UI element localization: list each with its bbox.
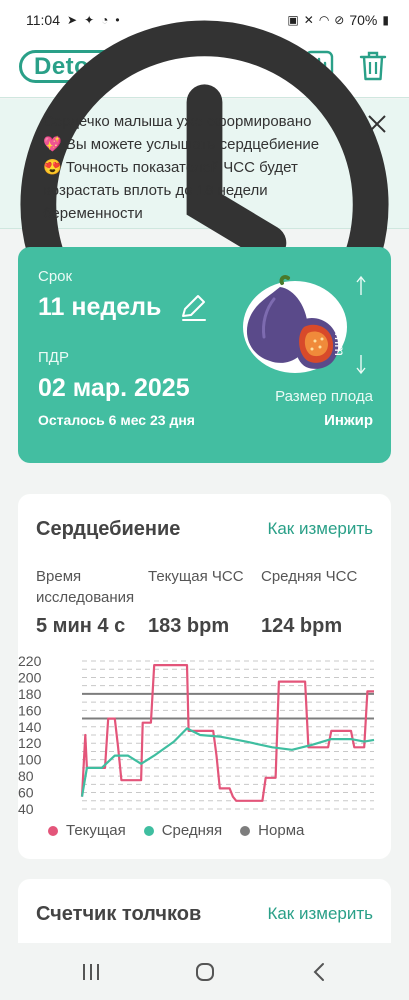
back-button[interactable]: [308, 961, 332, 983]
chart-legend: Текущая Средняя Норма: [48, 822, 322, 839]
pdr-value: 02 мар. 2025: [38, 374, 190, 402]
fruit-size-label: Размер плода: [275, 388, 373, 405]
size-arrow-icon: [356, 275, 366, 375]
duration-value: 5 мин 4 с: [36, 615, 126, 637]
duration-label: Время исследования: [36, 568, 135, 606]
banner-line: 😍 Точность показателей ЧСС будет: [43, 159, 298, 176]
y-tick-label: 220: [18, 653, 42, 669]
fruit-name: Инжир: [324, 412, 373, 429]
pdr-label: ПДР: [38, 349, 69, 366]
home-button[interactable]: [193, 961, 217, 983]
heartbeat-how-link[interactable]: Как измерить: [267, 519, 373, 539]
y-tick-label: 60: [18, 785, 34, 801]
heartbeat-title: Сердцебиение: [36, 518, 181, 540]
y-tick-label: 80: [18, 768, 34, 784]
kicks-how-link[interactable]: Как измерить: [267, 904, 373, 924]
legend-item-norm: Норма: [240, 822, 304, 839]
term-value: 11 недель: [38, 293, 162, 321]
edit-term-button[interactable]: [178, 293, 208, 323]
legend-item-average: Средняя: [143, 822, 223, 839]
series-line-average: [80, 727, 375, 797]
y-tick-label: 40: [18, 801, 34, 817]
recent-apps-button[interactable]: [79, 961, 103, 983]
pencil-icon: [182, 295, 205, 317]
legend-dot-average: [143, 825, 154, 836]
avg-hr-value: 124 bpm: [261, 615, 343, 637]
heart-rate-chart: 220200180160140120100806040: [18, 653, 375, 817]
banner-line: 💖 Вы можете услышать сердцебиение: [43, 136, 320, 153]
y-tick-label: 200: [18, 669, 42, 685]
current-hr-value: 183 bpm: [148, 615, 230, 637]
current-hr-label: Текущая ЧСС: [148, 568, 244, 585]
legend-item-current: Текущая: [48, 822, 126, 839]
legend-label: Средняя: [161, 822, 223, 839]
legend-label: Норма: [258, 822, 305, 839]
banner-message: Сердечко малыша уже сформировано 💖 Вы мо…: [43, 110, 363, 225]
banner-line: Сердечко малыша уже сформировано: [43, 113, 312, 130]
y-tick-label: 180: [18, 686, 42, 702]
y-tick-label: 160: [18, 702, 42, 718]
term-label: Срок: [38, 268, 73, 285]
fruit-size: 37mm: [332, 317, 348, 356]
kicks-title: Счетчик толчков: [36, 903, 202, 925]
legend-dot-current: [48, 825, 58, 836]
close-icon: [368, 115, 386, 133]
banner-line: беременности: [43, 205, 143, 222]
y-tick-label: 120: [18, 735, 42, 751]
remaining-time: Осталось 6 мес 23 дня: [38, 412, 195, 428]
avg-hr-label: Средняя ЧСС: [261, 568, 358, 585]
banner-close-button[interactable]: [365, 112, 389, 136]
y-tick-label: 140: [18, 719, 42, 735]
pregnancy-card: Срок 11 недель ПДР 02 мар. 2025 Осталось…: [18, 247, 391, 463]
legend-label: Текущая: [66, 822, 126, 839]
banner-line: возрастать вплоть до 18 недели: [43, 182, 268, 199]
y-tick-label: 100: [18, 752, 42, 768]
legend-dot-norm: [240, 825, 251, 836]
system-nav-bar: [0, 943, 409, 1000]
